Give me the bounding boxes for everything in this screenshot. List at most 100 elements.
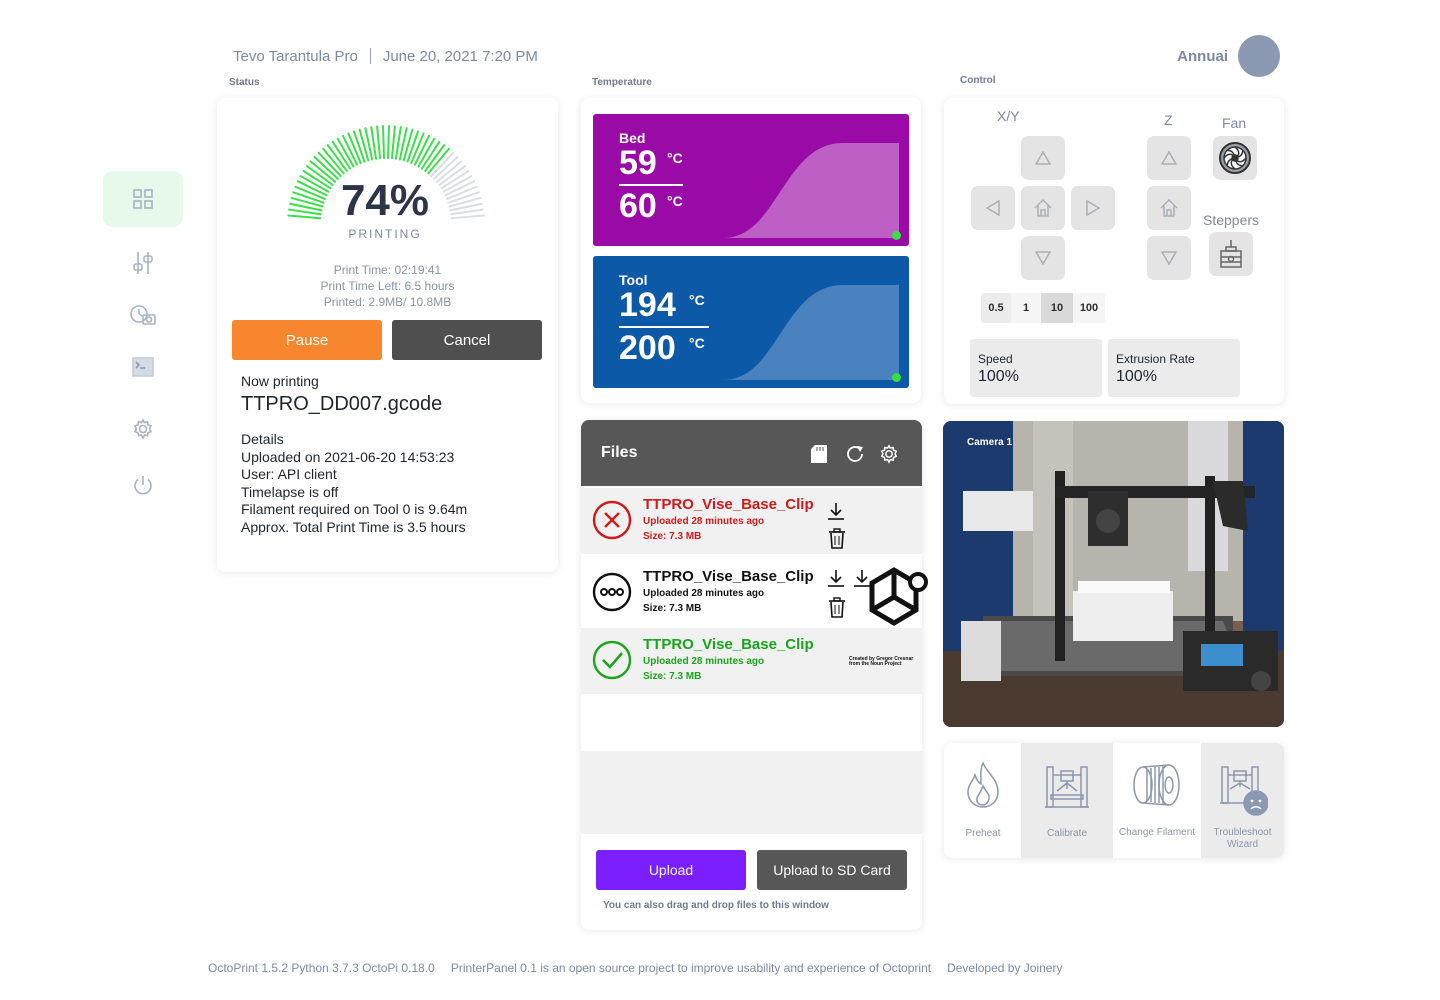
temperature-section-label: Temperature	[592, 77, 652, 88]
sd-card-icon[interactable]	[810, 444, 828, 464]
progress-percent: 74%	[340, 176, 430, 225]
camera-feed[interactable]: Camera 1	[943, 421, 1284, 727]
header-title: Tevo Tarantula Pro June 20, 2021 7:20 PM	[233, 48, 538, 65]
now-printing-file: TTPRO_DD007.gcode	[241, 393, 443, 415]
pending-circle-icon	[592, 572, 632, 612]
icon-credit: Created by Gregor Cresnar from the Noun …	[849, 656, 914, 667]
tool-divider	[619, 326, 709, 328]
error-circle-icon	[592, 500, 632, 540]
extrusion-rate-control[interactable]: Extrusion Rate 100%	[1108, 339, 1240, 397]
extrusion-value: 100%	[1116, 368, 1157, 385]
now-printing-label: Now printing	[241, 373, 319, 389]
trash-icon[interactable]	[828, 597, 846, 618]
jog-z-minus-button[interactable]	[1147, 236, 1191, 280]
trash-icon[interactable]	[828, 528, 846, 549]
sliders-icon	[133, 252, 153, 274]
footer-developer[interactable]: Developed by Joinery	[947, 961, 1062, 975]
bed-temperature-panel[interactable]: Bed 59 °C 60 °C	[593, 114, 909, 246]
extrusion-label: Extrusion Rate	[1116, 352, 1195, 366]
drag-drop-hint: You can also drag and drop files to this…	[603, 900, 829, 911]
triangle-down-icon	[1035, 251, 1051, 265]
file-meta: Uploaded 28 minutes ago Size: 7.3 MB	[643, 654, 764, 684]
file-meta: Uploaded 28 minutes ago Size: 7.3 MB	[643, 514, 764, 544]
sidebar-item-dashboard[interactable]	[103, 171, 183, 227]
file-name[interactable]: TTPRO_Vise_Base_Clip	[643, 568, 814, 585]
calibrate-tool[interactable]: Calibrate	[1021, 743, 1113, 858]
sidebar-item-timelapse[interactable]	[103, 287, 183, 343]
printer-name: Tevo Tarantula Pro	[233, 48, 358, 65]
step-size-1[interactable]: 1	[1011, 293, 1041, 323]
details-line: User: API client	[241, 466, 337, 482]
step-size-0-5[interactable]: 0.5	[981, 293, 1011, 323]
print-stats: Print Time: 02:19:41 Print Time Left: 6.…	[217, 262, 558, 310]
cube-print-icon	[869, 567, 928, 626]
triangle-right-icon	[1086, 200, 1100, 216]
dashboard-grid-icon	[133, 189, 153, 209]
troubleshoot-tool[interactable]: Troubleshoot Wizard	[1201, 743, 1284, 858]
refresh-icon[interactable]	[845, 444, 865, 464]
step-size-10[interactable]: 10	[1041, 293, 1073, 323]
sidebar-item-controls[interactable]	[103, 235, 183, 291]
camera-image	[943, 421, 1284, 727]
upload-button[interactable]: Upload	[596, 850, 746, 890]
file-name[interactable]: TTPRO_Vise_Base_Clip	[643, 496, 814, 513]
file-uploaded: Uploaded 28 minutes ago	[643, 656, 765, 667]
file-uploaded: Uploaded 28 minutes ago	[643, 516, 765, 527]
avatar[interactable]	[1238, 35, 1280, 77]
stepper-motor-icon	[1220, 240, 1242, 268]
download-icon[interactable]	[826, 568, 846, 588]
success-check-icon	[592, 640, 632, 680]
printed-amount: Printed: 2.9MB/ 10.8MB	[323, 295, 452, 309]
preheat-tool[interactable]: Preheat	[944, 743, 1022, 858]
speed-control[interactable]: Speed 100%	[970, 339, 1102, 397]
calibrate-printer-icon	[1045, 766, 1089, 808]
bed-target-unit: °C	[667, 193, 683, 209]
terminal-icon	[132, 357, 154, 377]
jog-x-minus-button[interactable]	[971, 186, 1015, 230]
preheat-label: Preheat	[965, 828, 1001, 839]
triangle-up-icon	[1035, 151, 1051, 165]
files-empty-area	[581, 696, 922, 834]
gear-icon[interactable]	[879, 444, 899, 464]
jog-y-minus-button[interactable]	[1021, 236, 1065, 280]
bed-temperature-graph	[723, 143, 899, 238]
jog-z-plus-button[interactable]	[1147, 136, 1191, 180]
cancel-button[interactable]: Cancel	[392, 320, 542, 360]
file-name[interactable]: TTPRO_Vise_Base_Clip	[643, 636, 814, 653]
footer-versions: OctoPrint 1.5.2 Python 3.7.3 OctoPi 0.18…	[208, 961, 435, 975]
file-size: Size: 7.3 MB	[643, 671, 702, 682]
step-size-100[interactable]: 100	[1073, 293, 1105, 323]
z-label: Z	[1164, 112, 1173, 128]
header-datetime: June 20, 2021 7:20 PM	[382, 48, 538, 65]
gauge-tick	[390, 125, 396, 160]
step-size-selector: 0.5 1 10 100	[981, 293, 1105, 323]
download-icon[interactable]	[826, 501, 846, 521]
tool-temperature-panel[interactable]: Tool 194 °C 200 °C	[593, 256, 909, 388]
print-state: PRINTING	[348, 227, 422, 241]
tool-actual-unit: °C	[689, 292, 705, 308]
gear-icon	[133, 418, 153, 440]
change-filament-tool[interactable]: Change Filament	[1113, 743, 1201, 858]
print-details: Details Uploaded on 2021-06-20 14:53:23 …	[241, 431, 467, 536]
user-name[interactable]: Annuai	[1120, 48, 1228, 65]
fan-button[interactable]	[1213, 136, 1257, 180]
sidebar-item-power[interactable]	[103, 457, 183, 513]
jog-y-plus-button[interactable]	[1021, 136, 1065, 180]
home-xy-button[interactable]	[1021, 186, 1065, 230]
jog-x-plus-button[interactable]	[1071, 186, 1115, 230]
sidebar-item-terminal[interactable]	[103, 339, 183, 395]
sidebar-item-settings[interactable]	[103, 401, 183, 457]
bed-status-dot	[892, 231, 901, 240]
details-line: Filament required on Tool 0 is 9.64m	[241, 501, 468, 517]
bed-actual-unit: °C	[667, 150, 683, 166]
tool-status-dot	[892, 373, 901, 382]
gauge-tick	[376, 125, 382, 160]
flame-icon	[967, 761, 999, 808]
pause-button[interactable]: Pause	[232, 320, 382, 360]
tool-temperature-graph	[723, 285, 899, 380]
tool-actual-temp: 194	[619, 286, 676, 324]
steppers-button[interactable]	[1209, 232, 1253, 276]
upload-sd-button[interactable]: Upload to SD Card	[757, 850, 907, 890]
home-icon	[1034, 198, 1052, 217]
home-z-button[interactable]	[1147, 186, 1191, 230]
